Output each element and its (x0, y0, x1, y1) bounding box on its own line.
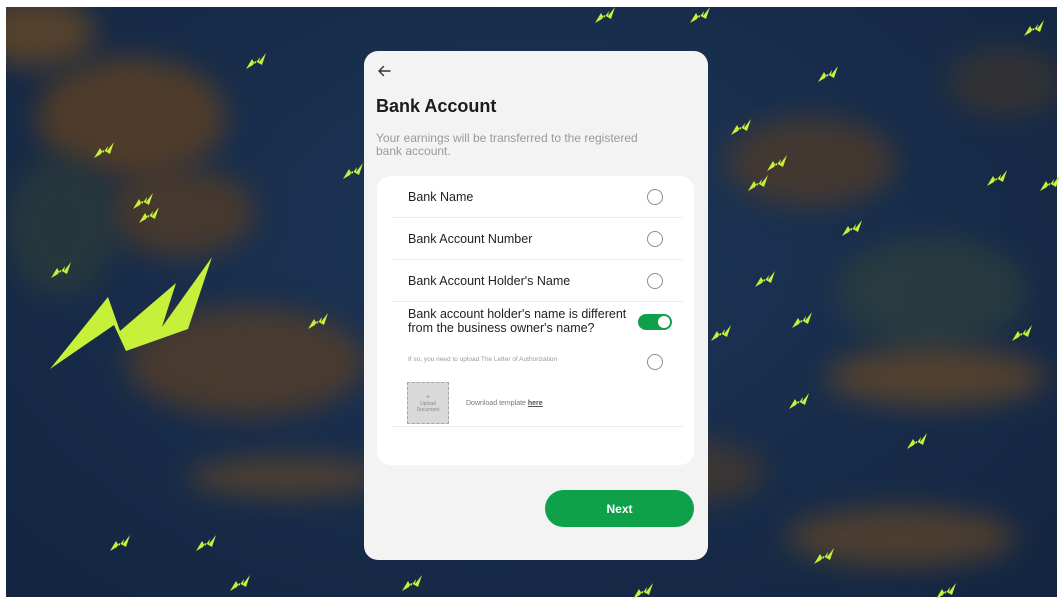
bank-account-number-row[interactable]: Bank Account Number (391, 218, 683, 260)
lightning-icon (789, 393, 809, 409)
bank-name-row[interactable]: Bank Name (391, 176, 683, 218)
account-holder-name-label: Bank Account Holder's Name (408, 274, 571, 288)
lightning-icon (1040, 176, 1059, 191)
lightning-icon (731, 119, 751, 135)
lightning-icon (767, 155, 787, 171)
lightning-icon (987, 170, 1007, 186)
lightning-icon (110, 535, 130, 551)
lightning-icon (690, 7, 710, 23)
lightning-icon (936, 583, 956, 599)
lightning-icon (755, 271, 775, 287)
different-name-label: Bank account holder's name is different … (408, 307, 627, 335)
lightning-icon (792, 312, 812, 328)
divider (391, 426, 683, 427)
lightning-icon (1012, 325, 1032, 341)
download-template-prefix: Download template (466, 400, 526, 407)
lightning-icon (196, 535, 216, 551)
lightning-icon (1024, 20, 1044, 36)
lightning-icon (51, 262, 71, 278)
plus-icon: + (425, 393, 431, 401)
upload-document-label: Upload Document (416, 400, 440, 413)
different-name-toggle[interactable] (638, 314, 672, 330)
lightning-icon (308, 313, 328, 329)
lightning-icon (814, 548, 834, 564)
lightning-icon (139, 207, 159, 223)
lightning-icon (246, 53, 266, 69)
next-button[interactable]: Next (545, 490, 694, 527)
lightning-icon (633, 583, 653, 599)
authorization-radio[interactable] (647, 354, 663, 370)
lightning-icon (748, 175, 768, 191)
lightning-icon (230, 575, 250, 591)
page-title: Bank Account (376, 96, 497, 116)
lightning-icon (343, 163, 363, 179)
page-subtitle: Your earnings will be transferred to the… (376, 131, 638, 158)
toggle-knob (658, 316, 670, 328)
download-template-link[interactable]: here (528, 400, 543, 407)
bank-account-number-label: Bank Account Number (408, 232, 533, 246)
upload-document-button[interactable]: + Upload Document (407, 382, 449, 424)
lightning-icon (711, 325, 731, 341)
large-lightning-icon (50, 257, 212, 369)
account-holder-name-row[interactable]: Bank Account Holder's Name (391, 260, 683, 302)
authorization-note: If so, you need to upload The Letter of … (408, 356, 558, 363)
lightning-icon (842, 220, 862, 236)
bank-account-dialog: Bank Account Your earnings will be trans… (364, 51, 708, 560)
arrow-left-icon[interactable] (376, 63, 392, 79)
bank-name-label: Bank Name (408, 190, 474, 204)
bank-account-number-radio[interactable] (647, 231, 663, 247)
lightning-icon (818, 66, 838, 82)
bank-details-card: Bank Name Bank Account Number Bank Accou… (377, 176, 694, 465)
lightning-icon (402, 575, 422, 591)
download-template-text: Download template here (466, 400, 543, 407)
lightning-icon (94, 142, 114, 158)
lightning-icon (595, 7, 615, 23)
lightning-icon (907, 433, 927, 449)
bank-name-radio[interactable] (647, 189, 663, 205)
account-holder-name-radio[interactable] (647, 273, 663, 289)
